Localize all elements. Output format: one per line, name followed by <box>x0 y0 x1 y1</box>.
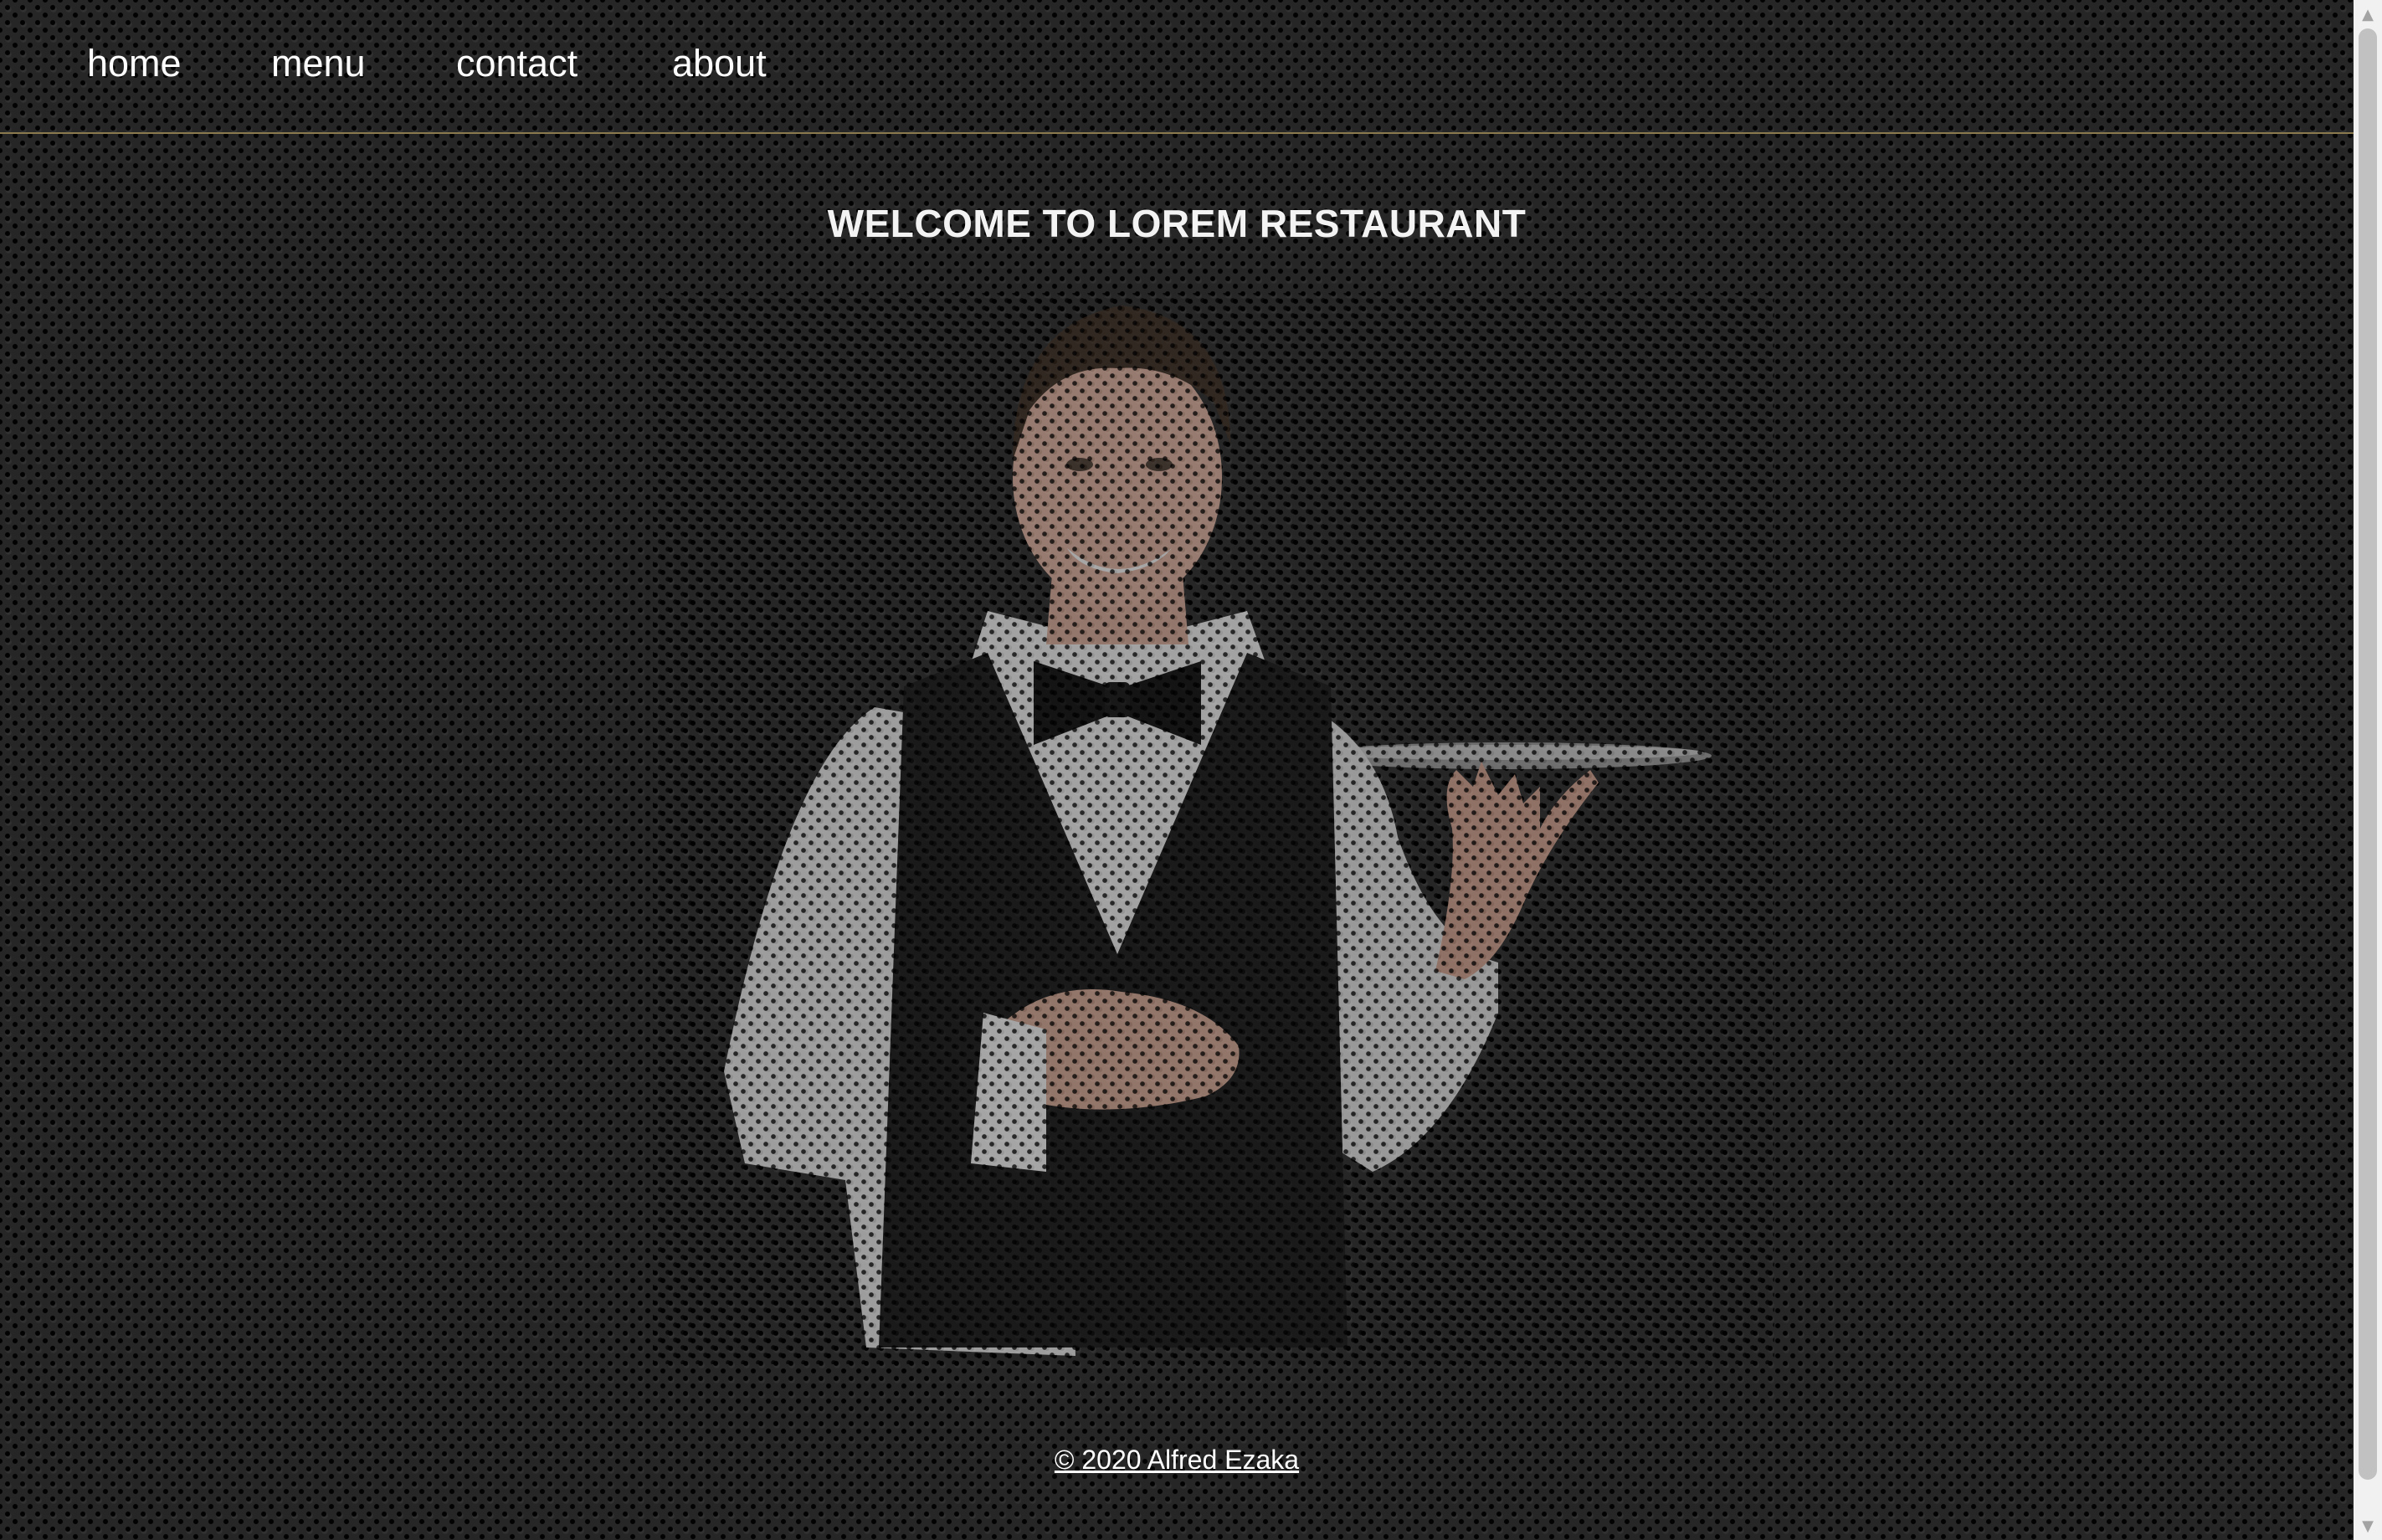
nav-link-home[interactable]: home <box>87 38 182 89</box>
footer-copyright-link[interactable]: © 2020 Alfred Ezaka <box>1055 1445 1299 1475</box>
footer: © 2020 Alfred Ezaka <box>0 1445 2354 1476</box>
nav-link-about[interactable]: about <box>672 38 767 89</box>
page-title: WELCOME TO LOREM RESTAURANT <box>827 202 1527 245</box>
waiter-image <box>653 293 1774 1364</box>
nav-link-menu[interactable]: menu <box>271 38 366 89</box>
vertical-scrollbar[interactable]: ▲ ▼ <box>2354 0 2382 1540</box>
triangle-down-icon[interactable]: ▼ <box>2354 1512 2382 1540</box>
raised-hand-shape <box>1435 762 1599 979</box>
triangle-up-icon[interactable]: ▲ <box>2354 0 2382 28</box>
nav-link-contact[interactable]: contact <box>456 38 578 89</box>
scrollbar-thumb[interactable] <box>2359 28 2377 1480</box>
page: home menu contact about WELCOME TO LOREM… <box>0 0 2354 1540</box>
main-nav: home menu contact about <box>0 0 2354 134</box>
